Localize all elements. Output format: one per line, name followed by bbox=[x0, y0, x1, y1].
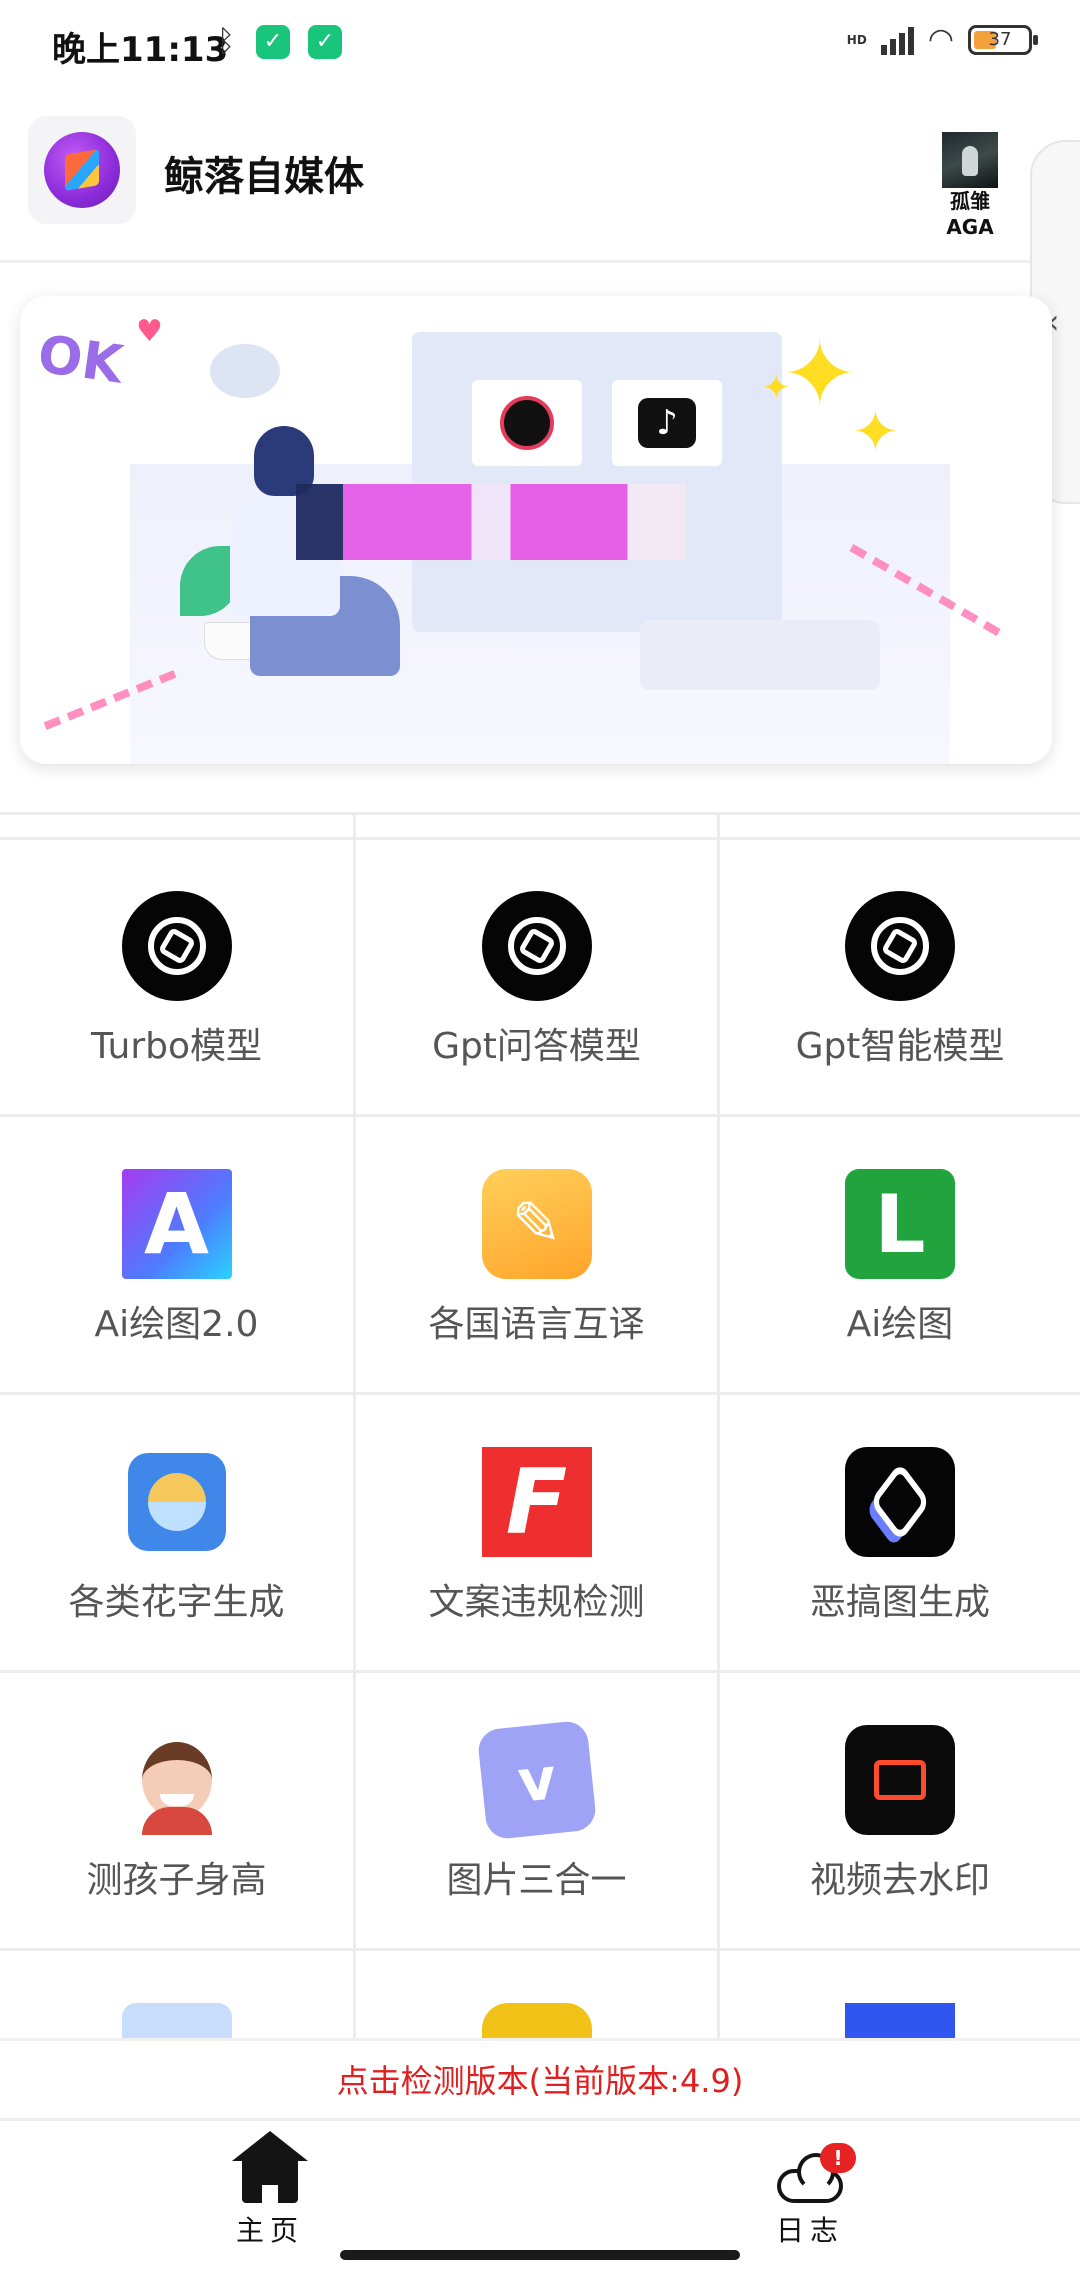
tool-label: 恶搞图生成 bbox=[809, 1582, 990, 1623]
openai-icon bbox=[121, 891, 232, 1001]
sparkle-icon: ✦ bbox=[762, 368, 791, 408]
battery-level: 37 bbox=[988, 28, 1012, 50]
tool-tile-translate[interactable]: ✎ 各国语言互译 bbox=[356, 1117, 720, 1395]
tool-label: Ai绘图 bbox=[846, 1304, 954, 1345]
tool-tile-gpt-qa-model[interactable]: Gpt问答模型 bbox=[356, 839, 720, 1117]
nav-log-label: 日志 bbox=[775, 2214, 844, 2247]
app-header: 鲸落自媒体 孤雏 AGA bbox=[0, 100, 1080, 263]
clock-icon bbox=[210, 344, 280, 398]
tool-tile-gpt-smart-model[interactable]: Gpt智能模型 bbox=[720, 839, 1080, 1117]
notification-badge: ! bbox=[820, 2143, 856, 2173]
tool-label: 各类花字生成 bbox=[68, 1582, 285, 1623]
tool-label: 测孩子身高 bbox=[86, 1860, 267, 1901]
home-icon bbox=[232, 2131, 308, 2203]
tool-tile-partial[interactable] bbox=[356, 1951, 720, 2041]
shield-icon: ✓ bbox=[256, 24, 290, 59]
version-check-link[interactable]: 点击检测版本(当前版本:4.9) bbox=[0, 2038, 1080, 2121]
tool-label: 各国语言互译 bbox=[428, 1304, 645, 1345]
network-type-label: HD bbox=[846, 32, 867, 47]
blue-app-icon: ✕ bbox=[845, 2003, 955, 2041]
play-icon bbox=[500, 396, 554, 450]
tool-tile-ai-drawing[interactable]: L Ai绘图 bbox=[720, 1117, 1080, 1395]
ok-sticker: OK bbox=[34, 324, 127, 396]
wifi-icon: ◠ bbox=[927, 22, 954, 57]
openai-icon bbox=[481, 891, 592, 1001]
tool-label: 文案违规检测 bbox=[428, 1582, 645, 1623]
tool-label: Gpt智能模型 bbox=[795, 1026, 1005, 1067]
pencil-note-icon: ✎ bbox=[481, 1169, 592, 1279]
tool-tile-fancy-text[interactable]: 各类花字生成 bbox=[0, 1395, 356, 1673]
tool-label: 图片三合一 bbox=[446, 1860, 627, 1901]
signal-icon bbox=[880, 25, 914, 55]
tool-tile-partial[interactable]: ✕ bbox=[720, 1951, 1080, 2041]
battery-icon: 37 bbox=[968, 24, 1038, 55]
document-icon bbox=[121, 2003, 232, 2041]
person-illustration bbox=[210, 426, 410, 696]
openai-icon bbox=[845, 891, 955, 1001]
cloud-icon bbox=[777, 2153, 843, 2203]
letter-l-icon: L bbox=[845, 1169, 955, 1279]
tool-tile-partial[interactable] bbox=[0, 1951, 356, 2041]
nav-home[interactable]: 主页 bbox=[210, 2131, 330, 2249]
status-time: 晚上11:13 bbox=[52, 30, 229, 70]
tool-tile-child-height[interactable]: 测孩子身高 bbox=[0, 1673, 356, 1951]
nav-home-label: 主页 bbox=[235, 2214, 304, 2247]
user-name-line2: AGA bbox=[946, 215, 994, 239]
tool-tile-ai-drawing-2[interactable]: A Ai绘图2.0 bbox=[0, 1117, 356, 1395]
tool-label: 视频去水印 bbox=[809, 1860, 990, 1901]
tool-tile-copy-check[interactable]: F 文案违规检测 bbox=[356, 1395, 720, 1673]
promo-banner[interactable]: ♪ OK ♥ ✦ ✦ ✦ bbox=[20, 296, 1052, 764]
sunrise-icon bbox=[127, 1453, 226, 1551]
nav-log[interactable]: ! 日志 bbox=[750, 2141, 870, 2249]
heart-icon: ♥ bbox=[136, 314, 163, 349]
sparkle-icon: ✦ bbox=[852, 400, 899, 465]
app-title: 鲸落自媒体 bbox=[164, 154, 364, 200]
tool-tile-turbo-model[interactable]: Turbo模型 bbox=[0, 839, 356, 1117]
letter-v-icon: v bbox=[476, 1719, 597, 1841]
tool-tile-watermark-remove[interactable]: 视频去水印 bbox=[720, 1673, 1080, 1951]
tool-label: Turbo模型 bbox=[90, 1026, 263, 1067]
layers-icon bbox=[845, 1447, 955, 1557]
app-logo bbox=[28, 116, 136, 224]
letter-f-icon: F bbox=[481, 1447, 592, 1557]
tool-grid: Turbo模型 Gpt问答模型 Gpt智能模型 A Ai绘图2.0 ✎ 各国语言… bbox=[0, 812, 1080, 2041]
yellow-app-icon bbox=[481, 2003, 592, 2041]
video-camera-icon bbox=[845, 1725, 955, 1835]
status-bar: 晚上11:13 ᛒ ✓ ✓ HD ◠ 37 bbox=[0, 0, 1080, 90]
tool-tile-image-merge[interactable]: v 图片三合一 bbox=[356, 1673, 720, 1951]
bluetooth-icon: ᛒ bbox=[217, 24, 235, 59]
status-icons-left: ᛒ ✓ ✓ bbox=[214, 24, 342, 59]
shield-icon: ✓ bbox=[308, 24, 342, 59]
letter-a-icon: A bbox=[121, 1169, 232, 1279]
sparkle-icon: ✦ bbox=[782, 322, 858, 427]
tool-tile-meme-generator[interactable]: 恶搞图生成 bbox=[720, 1395, 1080, 1673]
tool-label: Ai绘图2.0 bbox=[94, 1304, 259, 1345]
tiktok-icon: ♪ bbox=[638, 398, 696, 448]
child-avatar-icon bbox=[122, 1725, 232, 1835]
tool-label: Gpt问答模型 bbox=[432, 1026, 641, 1067]
user-name-line1: 孤雏 bbox=[950, 189, 990, 213]
avatar[interactable] bbox=[942, 132, 998, 188]
status-icons-right: HD ◠ 37 bbox=[846, 22, 1038, 57]
home-indicator[interactable] bbox=[340, 2250, 740, 2260]
pixelated-redaction bbox=[296, 484, 686, 560]
user-profile[interactable]: 孤雏 AGA bbox=[934, 132, 1006, 240]
